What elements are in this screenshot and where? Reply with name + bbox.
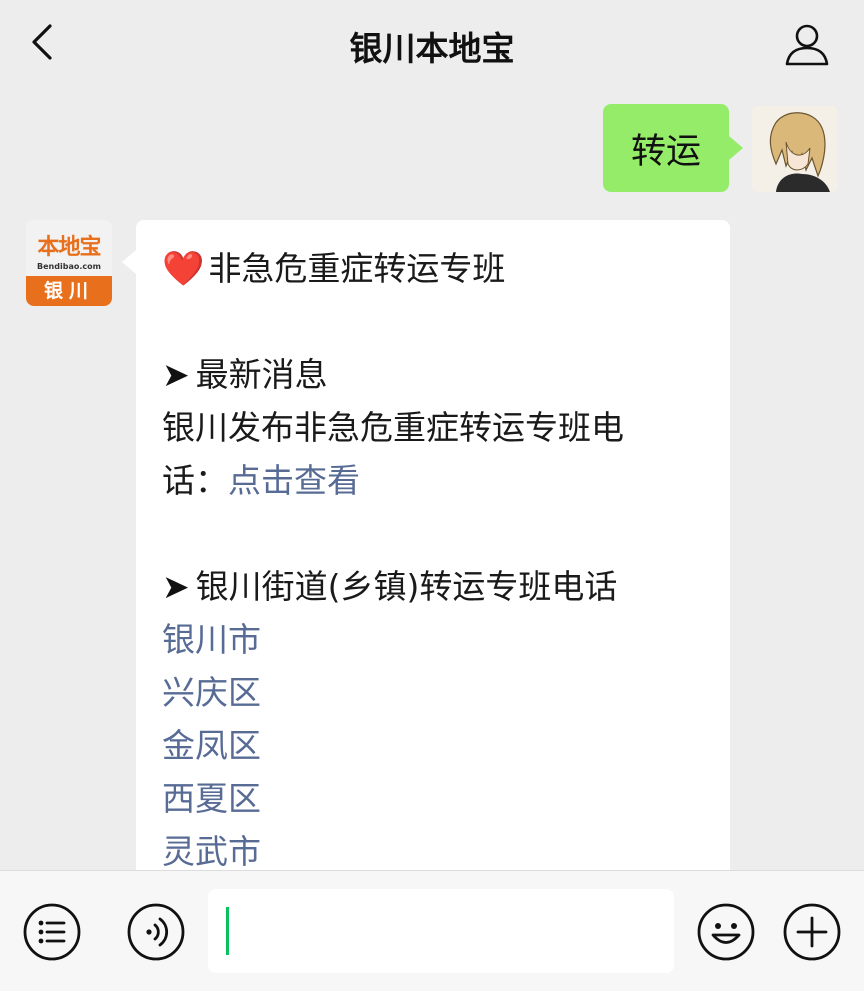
user-avatar[interactable] xyxy=(752,106,838,192)
input-bar xyxy=(0,870,864,991)
account-logo: 本地宝 Bendibao.com xyxy=(26,220,112,276)
incoming-message-bubble[interactable]: ❤️ 非急危重症转运专班 ➤ 最新消息 银川发布非急危重症转运专班电 话：点击查看 … xyxy=(122,220,730,870)
plus-icon[interactable] xyxy=(782,902,842,962)
news-text-line: 银川发布非急危重症转运专班电 xyxy=(162,408,624,447)
chat-header: 银川本地宝 xyxy=(0,0,864,92)
view-details-link[interactable]: 点击查看 xyxy=(228,461,360,500)
emoji-icon[interactable] xyxy=(696,902,756,962)
section-heading-phones: ➤ 银川街道(乡镇)转运专班电话 xyxy=(162,560,704,613)
message-input[interactable] xyxy=(208,889,674,973)
person-icon[interactable] xyxy=(782,20,832,70)
message-title: 非急危重症转运专班 xyxy=(208,249,506,288)
district-link-xingqing[interactable]: 兴庆区 xyxy=(162,666,704,719)
news-text-prefix: 话： xyxy=(162,461,228,500)
arrow-icon: ➤ xyxy=(162,567,190,606)
news-text-line-2: 话：点击查看 xyxy=(162,454,704,507)
outgoing-message-text: 转运 xyxy=(630,131,701,172)
district-link-jinfeng[interactable]: 金凤区 xyxy=(162,719,704,772)
account-avatar[interactable]: 本地宝 Bendibao.com 银川 xyxy=(26,220,112,306)
logo-city-text: 银川 xyxy=(26,276,112,306)
section-heading-news: ➤ 最新消息 xyxy=(162,348,704,401)
district-link-xixia[interactable]: 西夏区 xyxy=(162,772,704,825)
district-link-yinchuan[interactable]: 银川市 xyxy=(162,613,704,666)
district-link-lingwu[interactable]: 灵武市 xyxy=(162,825,704,870)
chat-area[interactable]: 转运 本地宝 Bendibao.com 银川 ❤️ 非急危重症转运专班 ➤ 最新消息… xyxy=(0,92,864,870)
page-title: 银川本地宝 xyxy=(349,29,515,68)
message-title-line: ❤️ 非急危重症转运专班 xyxy=(162,242,704,295)
voice-icon[interactable] xyxy=(126,902,186,962)
outgoing-message-bubble[interactable]: 转运 xyxy=(603,104,743,192)
arrow-icon: ➤ xyxy=(162,355,190,394)
logo-domain-text: Bendibao.com xyxy=(37,262,101,271)
section-heading-text: 银川街道(乡镇)转运专班电话 xyxy=(195,567,618,606)
section-heading-text: 最新消息 xyxy=(195,355,328,394)
logo-main-text: 本地宝 xyxy=(37,235,101,260)
text-caret xyxy=(226,907,229,955)
list-menu-icon[interactable] xyxy=(22,902,82,962)
anime-avatar-image xyxy=(752,106,838,192)
heart-icon: ❤️ xyxy=(162,249,205,289)
